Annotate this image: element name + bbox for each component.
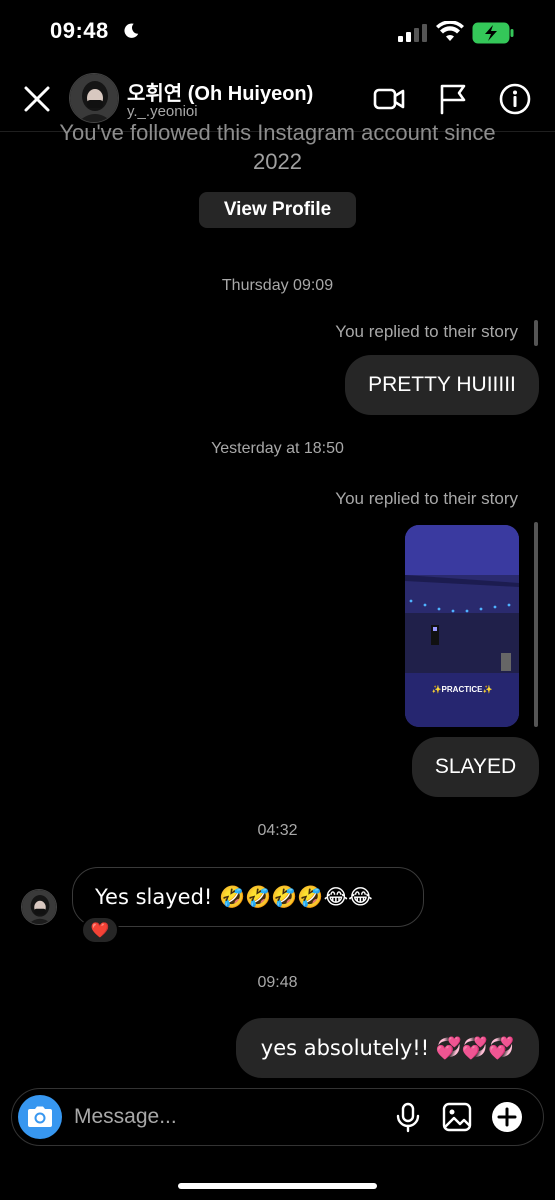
message-bubble[interactable]: Yes slayed! 🤣🤣🤣🤣😂😂 bbox=[72, 867, 424, 927]
timestamp: 09:48 bbox=[257, 974, 298, 991]
reply-indicator bbox=[534, 320, 538, 346]
heart-reaction[interactable]: ❤️ bbox=[81, 916, 119, 944]
message-input[interactable] bbox=[74, 1099, 374, 1135]
info-icon[interactable] bbox=[498, 82, 532, 116]
story-reply-note: You replied to their story bbox=[335, 489, 518, 508]
battery-icon bbox=[472, 22, 514, 44]
contact-name[interactable]: 오휘연 (Oh Huiyeon) bbox=[127, 77, 313, 106]
contact-username[interactable]: y._.yeonioi bbox=[127, 103, 198, 120]
camera-button[interactable] bbox=[18, 1095, 62, 1139]
followed-since-year: 2022 bbox=[253, 149, 302, 174]
status-bar: 09:48 bbox=[0, 0, 555, 66]
message-bubble[interactable]: yes absolutely!! 💞💞💞 bbox=[236, 1018, 539, 1078]
timestamp: 04:32 bbox=[257, 822, 298, 839]
plus-icon[interactable] bbox=[491, 1101, 523, 1133]
story-reply-note: You replied to their story bbox=[335, 322, 518, 341]
story-thumbnail[interactable]: ✨PRACTICE✨ bbox=[405, 525, 519, 727]
close-icon[interactable] bbox=[20, 82, 54, 116]
sender-avatar[interactable] bbox=[21, 889, 57, 925]
story-caption: ✨PRACTICE✨ bbox=[431, 685, 493, 694]
view-profile-button[interactable]: View Profile bbox=[199, 192, 356, 228]
message-bubble[interactable]: SLAYED bbox=[412, 737, 539, 797]
timestamp: Thursday 09:09 bbox=[221, 277, 334, 294]
microphone-icon[interactable] bbox=[392, 1101, 424, 1133]
avatar[interactable] bbox=[69, 73, 119, 123]
signal-icon bbox=[398, 24, 427, 42]
timestamp: Yesterday at 18:50 bbox=[211, 440, 344, 457]
followed-since-text: You've followed this Instagram account s… bbox=[59, 120, 496, 145]
video-call-icon[interactable] bbox=[372, 82, 406, 116]
camera-icon bbox=[28, 1106, 52, 1127]
wifi-icon bbox=[436, 21, 464, 41]
gallery-icon[interactable] bbox=[441, 1101, 473, 1133]
flag-icon[interactable] bbox=[436, 82, 470, 116]
home-indicator[interactable] bbox=[178, 1183, 377, 1189]
status-time: 09:48 bbox=[50, 18, 109, 43]
moon-icon bbox=[124, 23, 139, 38]
message-composer bbox=[11, 1088, 544, 1146]
message-bubble[interactable]: PRETTY HUIIIII bbox=[345, 355, 539, 415]
reply-indicator bbox=[534, 522, 538, 727]
